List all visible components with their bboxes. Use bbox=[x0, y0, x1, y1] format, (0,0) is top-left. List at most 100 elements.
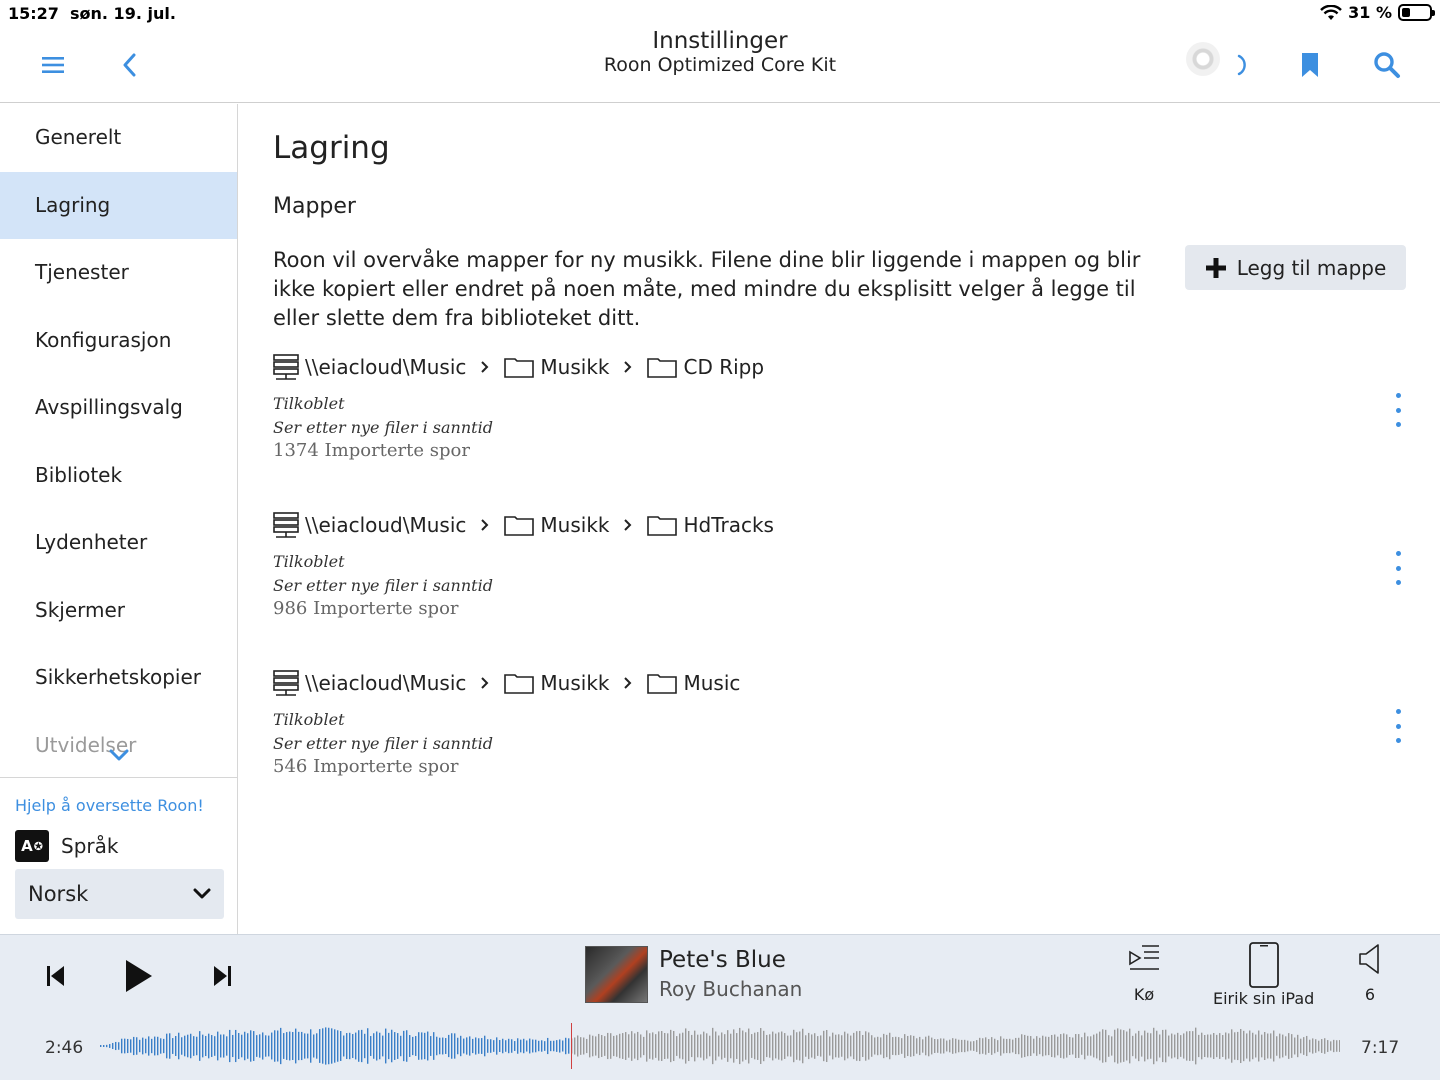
waveform-bar bbox=[1303, 1037, 1305, 1055]
track-artist[interactable]: Roy Buchanan bbox=[659, 977, 802, 1001]
waveform-bar bbox=[337, 1030, 339, 1062]
waveform-bar bbox=[583, 1037, 585, 1055]
waveform-bar bbox=[295, 1028, 297, 1064]
folder-entry: \\eiacloud\Music Musikk HdTracks Tilkobl… bbox=[273, 510, 1413, 619]
history-button[interactable] bbox=[1228, 50, 1258, 80]
folder-path[interactable]: \\eiacloud\Music Musikk Music bbox=[273, 668, 1413, 698]
waveform-bar bbox=[274, 1030, 276, 1062]
waveform-bar bbox=[733, 1029, 735, 1063]
waveform-bar bbox=[1210, 1034, 1212, 1058]
album-art[interactable] bbox=[585, 946, 648, 1003]
back-button[interactable] bbox=[115, 50, 145, 80]
waveform-bar bbox=[1150, 1033, 1152, 1059]
waveform-bar bbox=[307, 1033, 309, 1059]
connection-status: Tilkoblet bbox=[273, 710, 345, 729]
status-date: søn. 19. jul. bbox=[70, 4, 176, 23]
folder-menu-button[interactable] bbox=[1383, 390, 1413, 430]
add-folder-button[interactable]: Legg til mappe bbox=[1185, 245, 1406, 290]
sidebar-item-sikkerhetskopier[interactable]: Sikkerhetskopier bbox=[0, 644, 237, 712]
sidebar-item-bibliotek[interactable]: Bibliotek bbox=[0, 442, 237, 510]
waveform-bar bbox=[994, 1038, 996, 1054]
sidebar-item-lagring[interactable]: Lagring bbox=[0, 171, 237, 239]
waveform-bar bbox=[1111, 1036, 1113, 1056]
translate-help-link[interactable]: Hjelp å oversette Roon! bbox=[15, 796, 204, 815]
waveform-bar bbox=[553, 1040, 555, 1052]
folder-menu-button[interactable] bbox=[1383, 706, 1413, 746]
waveform-bar bbox=[160, 1038, 162, 1054]
tablet-icon bbox=[1248, 942, 1279, 988]
next-button[interactable] bbox=[208, 961, 238, 991]
search-button[interactable] bbox=[1372, 50, 1402, 80]
playhead[interactable] bbox=[571, 1023, 572, 1069]
waveform-bar bbox=[118, 1042, 120, 1050]
waveform-bar bbox=[847, 1033, 849, 1059]
waveform-bar bbox=[220, 1034, 222, 1058]
waveform-bar bbox=[169, 1033, 171, 1059]
waveform-bar bbox=[982, 1038, 984, 1054]
waveform-bar bbox=[709, 1035, 711, 1057]
waveform-bar bbox=[1117, 1028, 1119, 1064]
waveform-bar bbox=[1258, 1030, 1260, 1062]
waveform-seekbar[interactable] bbox=[100, 1025, 1340, 1067]
bookmark-button[interactable] bbox=[1295, 50, 1325, 80]
waveform-bar bbox=[658, 1031, 660, 1061]
language-row: A ✪ Språk bbox=[15, 830, 118, 862]
language-select[interactable]: Norsk bbox=[15, 869, 224, 919]
waveform-bar bbox=[1282, 1034, 1284, 1058]
waveform-bar bbox=[1054, 1034, 1056, 1058]
sidebar-item-tjenester[interactable]: Tjenester bbox=[0, 239, 237, 307]
folder-menu-button[interactable] bbox=[1383, 548, 1413, 588]
waveform-bar bbox=[1162, 1029, 1164, 1063]
sidebar-item-avspillingsvalg[interactable]: Avspillingsvalg bbox=[0, 374, 237, 442]
sidebar-item-skjermer[interactable]: Skjermer bbox=[0, 577, 237, 645]
sidebar-item-utvidelser[interactable]: Utvidelser bbox=[0, 712, 237, 778]
waveform-bar bbox=[502, 1038, 504, 1054]
waveform-bar bbox=[946, 1040, 948, 1052]
waveform-bar bbox=[973, 1041, 975, 1051]
zone-button[interactable]: Eirik sin iPad bbox=[1213, 941, 1314, 1008]
waveform-bar bbox=[1183, 1033, 1185, 1059]
waveform-bar bbox=[235, 1029, 237, 1063]
waveform-bar bbox=[1024, 1034, 1026, 1058]
waveform-bar bbox=[688, 1030, 690, 1062]
waveform-bar bbox=[1000, 1036, 1002, 1056]
waveform-bar bbox=[886, 1034, 888, 1058]
waveform-bar bbox=[904, 1034, 906, 1058]
waveform-bar bbox=[808, 1032, 810, 1060]
play-button[interactable] bbox=[118, 955, 158, 997]
folder-path[interactable]: \\eiacloud\Music Musikk CD Ripp bbox=[273, 352, 1413, 382]
waveform-bar bbox=[268, 1035, 270, 1057]
waveform-bar bbox=[190, 1033, 192, 1059]
folder-entry: \\eiacloud\Music Musikk Music Tilkoblet … bbox=[273, 668, 1413, 777]
waveform-bar bbox=[442, 1037, 444, 1055]
chevron-right-icon bbox=[481, 361, 489, 373]
folder-icon bbox=[647, 358, 678, 378]
waveform-bar bbox=[1108, 1035, 1110, 1057]
waveform-bar bbox=[469, 1036, 471, 1056]
queue-button[interactable]: Kø bbox=[1126, 941, 1162, 1004]
waveform-bar bbox=[421, 1032, 423, 1060]
waveform-bar bbox=[955, 1038, 957, 1054]
waveform-bar bbox=[1333, 1039, 1335, 1053]
subfolder-name: HdTracks bbox=[683, 513, 774, 537]
sidebar-item-generelt[interactable]: Generelt bbox=[0, 104, 237, 172]
track-title[interactable]: Pete's Blue bbox=[659, 947, 786, 973]
assistive-touch-icon[interactable] bbox=[1186, 42, 1220, 76]
sidebar-item-konfigurasjon[interactable]: Konfigurasjon bbox=[0, 307, 237, 375]
waveform-bar bbox=[325, 1027, 327, 1065]
battery-icon bbox=[1398, 4, 1435, 21]
chevron-down-icon[interactable] bbox=[108, 748, 130, 762]
volume-button[interactable]: 6 bbox=[1356, 941, 1384, 1004]
waveform-bar bbox=[514, 1041, 516, 1051]
waveform-bar bbox=[685, 1028, 687, 1064]
menu-button[interactable] bbox=[38, 50, 68, 80]
sidebar-item-lydenheter[interactable]: Lydenheter bbox=[0, 509, 237, 577]
previous-button[interactable] bbox=[40, 961, 70, 991]
waveform-bar bbox=[1198, 1034, 1200, 1058]
waveform-bar bbox=[871, 1035, 873, 1057]
waveform-bar bbox=[673, 1030, 675, 1062]
waveform-bar bbox=[622, 1033, 624, 1059]
folder-path[interactable]: \\eiacloud\Music Musikk HdTracks bbox=[273, 510, 1413, 540]
waveform-bar bbox=[637, 1031, 639, 1061]
waveform-bar bbox=[172, 1038, 174, 1054]
